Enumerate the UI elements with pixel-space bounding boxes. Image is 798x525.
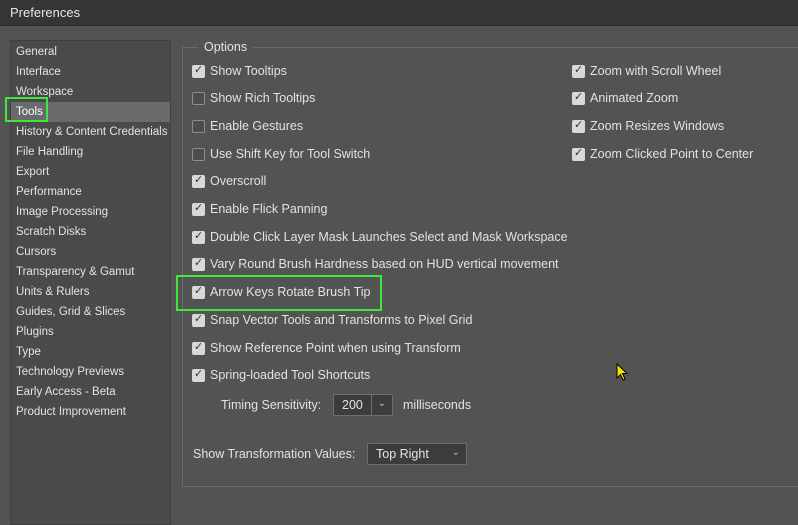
transformation-values-dropdown[interactable]: Top Right ⌄: [367, 443, 467, 465]
option-label: Show Reference Point when using Transfor…: [210, 341, 461, 355]
checkmark-icon: ✓: [194, 173, 204, 186]
timing-sensitivity-label: Timing Sensitivity:: [221, 398, 322, 412]
timing-sensitivity-value: 200: [342, 398, 363, 412]
checkmark-icon: ✓: [194, 312, 204, 325]
checkbox-checked[interactable]: ✓: [572, 90, 585, 105]
arrow-keys-highlight-box: [176, 275, 382, 311]
option-label: Show Tooltips: [210, 64, 287, 78]
sidebar-item-early-access-beta[interactable]: Early Access - Beta: [11, 382, 170, 402]
checkbox-checked[interactable]: ✓: [192, 256, 205, 271]
chevron-down-icon: ⌄: [377, 398, 386, 409]
checkmark-icon: ✓: [194, 367, 204, 380]
chevron-down-icon: ⌄: [451, 447, 460, 458]
timing-sensitivity-dropdown[interactable]: 200 ⌄: [333, 394, 393, 416]
sidebar-item-performance[interactable]: Performance: [11, 182, 170, 202]
option-label: Use Shift Key for Tool Switch: [210, 147, 371, 161]
checkmark-icon: ✓: [194, 256, 204, 269]
sidebar-item-interface[interactable]: Interface: [11, 62, 170, 82]
sidebar-item-cursors[interactable]: Cursors: [11, 242, 170, 262]
checkbox-checked[interactable]: ✓: [192, 312, 205, 327]
transformation-values-value: Top Right: [376, 447, 429, 461]
sidebar-item-guides-grid-and-slices[interactable]: Guides, Grid & Slices: [11, 302, 170, 322]
option-label: Zoom Resizes Windows: [590, 119, 725, 133]
window-title: Preferences: [10, 5, 81, 20]
milliseconds-label: milliseconds: [403, 398, 472, 412]
option-label: Vary Round Brush Hardness based on HUD v…: [210, 257, 559, 271]
sidebar-item-file-handling[interactable]: File Handling: [11, 142, 170, 162]
checkmark-icon: ✓: [574, 118, 584, 131]
show-transformation-values-label: Show Transformation Values:: [193, 447, 356, 461]
checkbox-checked[interactable]: ✓: [192, 173, 205, 188]
tools-highlight-box: [5, 97, 48, 122]
sidebar-item-export[interactable]: Export: [11, 162, 170, 182]
checkmark-icon: ✓: [574, 63, 584, 76]
mouse-pointer-icon: [616, 363, 629, 381]
sidebar-item-history-and-content-credentials[interactable]: History & Content Credentials: [11, 122, 170, 142]
checkbox-checked[interactable]: ✓: [572, 146, 585, 161]
checkbox-checked[interactable]: ✓: [192, 63, 205, 78]
option-label: Zoom with Scroll Wheel: [590, 64, 722, 78]
option-label: Zoom Clicked Point to Center: [590, 147, 754, 161]
checkbox-checked[interactable]: ✓: [192, 340, 205, 355]
checkmark-icon: ✓: [194, 340, 204, 353]
checkbox-checked[interactable]: ✓: [192, 367, 205, 382]
option-label: Overscroll: [210, 174, 267, 188]
checkbox-checked[interactable]: ✓: [192, 229, 205, 244]
sidebar-item-product-improvement[interactable]: Product Improvement: [11, 402, 170, 422]
option-label: Enable Flick Panning: [210, 202, 328, 216]
sidebar-item-plugins[interactable]: Plugins: [11, 322, 170, 342]
option-label: Enable Gestures: [210, 119, 304, 133]
checkmark-icon: ✓: [574, 90, 584, 103]
checkbox-checked[interactable]: ✓: [572, 118, 585, 133]
options-legend: Options: [198, 40, 254, 54]
sidebar-item-type[interactable]: Type: [11, 342, 170, 362]
checkbox-unchecked[interactable]: [192, 92, 205, 105]
option-label: Snap Vector Tools and Transforms to Pixe…: [210, 313, 473, 327]
option-label: Spring-loaded Tool Shortcuts: [210, 368, 371, 382]
sidebar-item-technology-previews[interactable]: Technology Previews: [11, 362, 170, 382]
option-label: Show Rich Tooltips: [210, 91, 316, 105]
title-bar: Preferences: [0, 0, 798, 26]
checkbox-checked[interactable]: ✓: [192, 201, 205, 216]
sidebar-item-units-and-rulers[interactable]: Units & Rulers: [11, 282, 170, 302]
checkmark-icon: ✓: [194, 201, 204, 214]
checkbox-unchecked[interactable]: [192, 148, 205, 161]
sidebar-item-scratch-disks[interactable]: Scratch Disks: [11, 222, 170, 242]
checkmark-icon: ✓: [574, 146, 584, 159]
checkbox-checked[interactable]: ✓: [572, 63, 585, 78]
option-label: Double Click Layer Mask Launches Select …: [210, 230, 568, 244]
sidebar-item-general[interactable]: General: [11, 42, 170, 62]
checkmark-icon: ✓: [194, 229, 204, 242]
checkbox-unchecked[interactable]: [192, 120, 205, 133]
sidebar-item-image-processing[interactable]: Image Processing: [11, 202, 170, 222]
sidebar-item-transparency-and-gamut[interactable]: Transparency & Gamut: [11, 262, 170, 282]
checkmark-icon: ✓: [194, 63, 204, 76]
option-label: Animated Zoom: [590, 91, 679, 105]
